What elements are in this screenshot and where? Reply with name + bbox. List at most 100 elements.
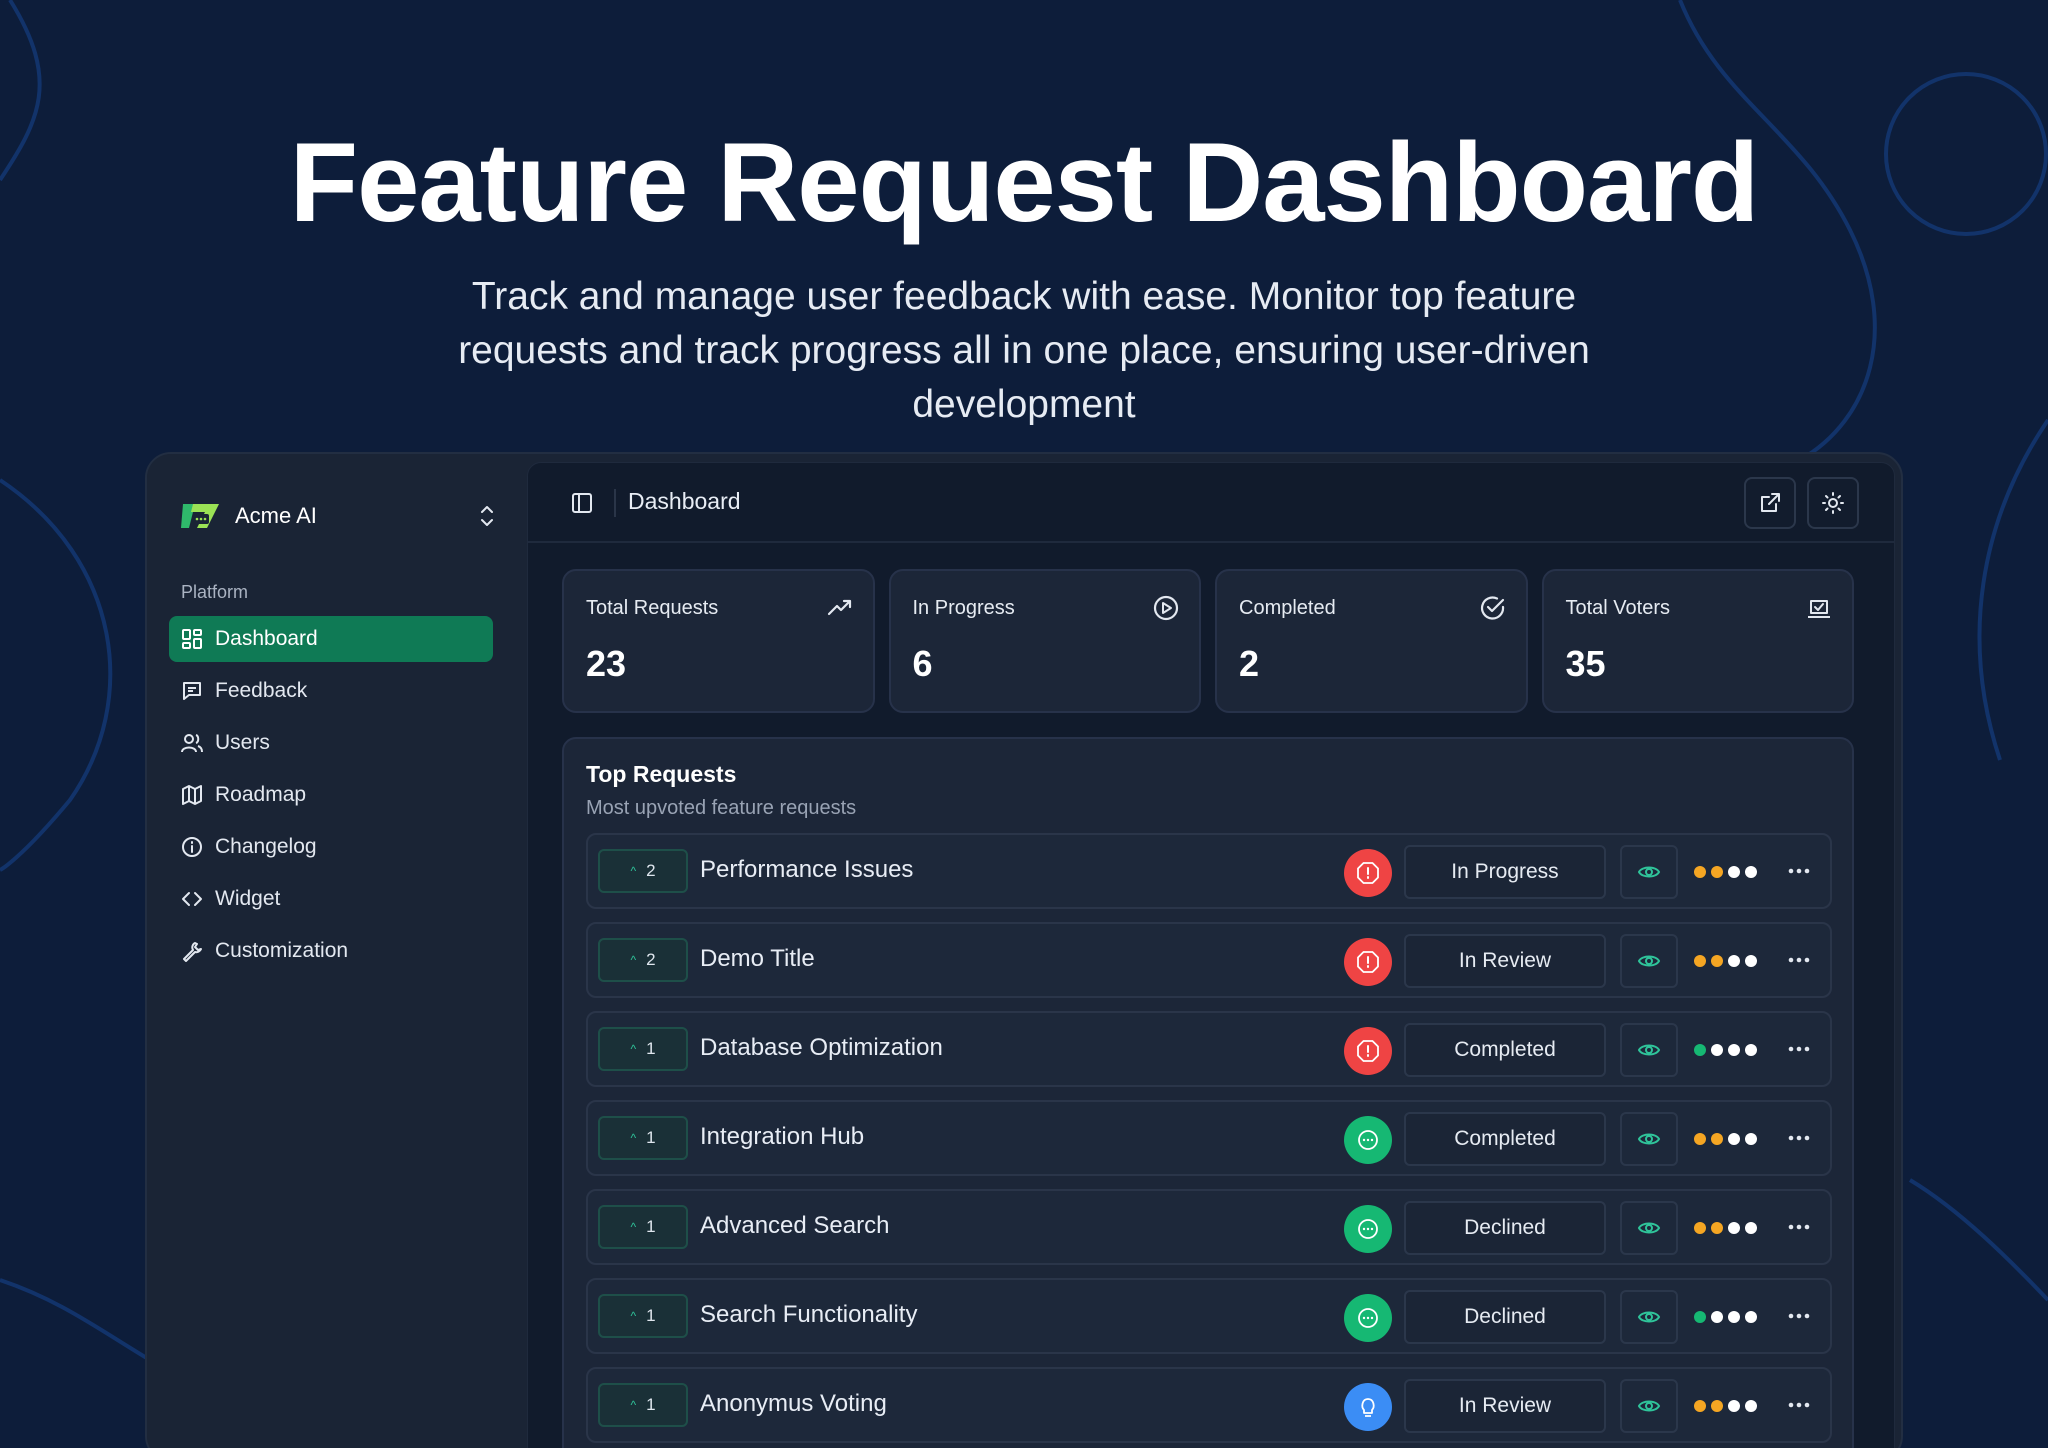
- status-select[interactable]: Completed: [1404, 1023, 1606, 1077]
- view-button[interactable]: [1620, 1379, 1678, 1433]
- upvote-button[interactable]: ^ 2: [598, 938, 688, 982]
- sun-icon: [1822, 492, 1844, 514]
- message-circle-icon: [1358, 1308, 1378, 1328]
- priority-dot: [1711, 1311, 1723, 1323]
- sidebar-item-roadmap[interactable]: Roadmap: [169, 772, 493, 818]
- workspace-switcher[interactable]: Acme AI: [179, 492, 499, 540]
- request-row[interactable]: ^ 1 Anonymus Voting In Review: [586, 1367, 1832, 1443]
- code-icon: [182, 892, 202, 906]
- sidebar-item-customization[interactable]: Customization: [169, 928, 493, 974]
- vote-icon: [1808, 600, 1830, 618]
- upvote-button[interactable]: ^ 1: [598, 1116, 688, 1160]
- chevron-up-icon: ^: [630, 1309, 637, 1323]
- view-button[interactable]: [1620, 1290, 1678, 1344]
- priority-dot: [1694, 1400, 1706, 1412]
- hero-subtitle: Track and manage user feedback with ease…: [458, 275, 1590, 426]
- sidebar-item-widget[interactable]: Widget: [169, 876, 493, 922]
- priority-indicator: [1694, 1400, 1757, 1412]
- eye-icon: [1637, 866, 1661, 878]
- status-select[interactable]: In Review: [1404, 934, 1606, 988]
- status-select[interactable]: Completed: [1404, 1112, 1606, 1166]
- upvote-button[interactable]: ^ 1: [598, 1027, 688, 1071]
- status-select[interactable]: In Review: [1404, 1379, 1606, 1433]
- priority-dot: [1728, 866, 1740, 878]
- status-select[interactable]: In Progress: [1404, 845, 1606, 899]
- vote-count: 2: [646, 861, 656, 880]
- view-button[interactable]: [1620, 845, 1678, 899]
- priority-dot: [1745, 1311, 1757, 1323]
- view-button[interactable]: [1620, 934, 1678, 988]
- upvote-button[interactable]: ^ 1: [598, 1205, 688, 1249]
- status-select[interactable]: Declined: [1404, 1290, 1606, 1344]
- sidebar-item-users[interactable]: Users: [169, 720, 493, 766]
- ellipsis-icon: [1788, 1313, 1810, 1319]
- stat-value: 23: [586, 643, 627, 684]
- brand-name: Acme AI: [235, 503, 317, 528]
- more-options-button[interactable]: [1784, 1037, 1814, 1061]
- request-title: Search Functionality: [700, 1301, 918, 1328]
- stat-label: Total Requests: [586, 597, 719, 619]
- chevron-up-icon: ^: [630, 953, 637, 967]
- users-icon: [181, 734, 203, 753]
- request-row[interactable]: ^ 1 Advanced Search Declined: [586, 1189, 1832, 1265]
- request-row[interactable]: ^ 2 Performance Issues In Progress: [586, 833, 1832, 909]
- status-select[interactable]: Declined: [1404, 1201, 1606, 1255]
- request-row[interactable]: ^ 1 Database Optimization Completed: [586, 1011, 1832, 1087]
- stat-label: Total Voters: [1565, 597, 1671, 619]
- sidebar-toggle-icon[interactable]: [570, 491, 594, 515]
- theme-toggle-button[interactable]: [1807, 477, 1859, 529]
- request-title: Performance Issues: [700, 856, 914, 883]
- view-button[interactable]: [1620, 1201, 1678, 1255]
- more-options-button[interactable]: [1784, 1126, 1814, 1150]
- sidebar-item-changelog[interactable]: Changelog: [169, 824, 493, 870]
- request-row[interactable]: ^ 2 Demo Title In Review: [586, 922, 1832, 998]
- more-options-button[interactable]: [1784, 1215, 1814, 1239]
- divider: [614, 489, 616, 517]
- sidebar-item-dashboard[interactable]: Dashboard: [169, 616, 493, 662]
- priority-dot: [1728, 1311, 1740, 1323]
- chevron-up-icon: ^: [630, 1220, 637, 1234]
- stat-card-total-voters: Total Voters 35: [1541, 569, 1854, 713]
- more-options-button[interactable]: [1784, 1393, 1814, 1417]
- upvote-button[interactable]: ^ 1: [598, 1383, 688, 1427]
- view-button[interactable]: [1620, 1023, 1678, 1077]
- request-title: Database Optimization: [700, 1034, 943, 1061]
- view-button[interactable]: [1620, 1112, 1678, 1166]
- vote-count: 2: [646, 950, 656, 969]
- priority-dot: [1711, 1133, 1723, 1145]
- priority-indicator: [1694, 1222, 1757, 1234]
- vote-count: 1: [646, 1039, 656, 1058]
- more-options-button[interactable]: [1784, 948, 1814, 972]
- top-bar: Dashboard: [528, 463, 1894, 543]
- upvote-button[interactable]: ^ 2: [598, 849, 688, 893]
- more-options-button[interactable]: [1784, 1304, 1814, 1328]
- request-row[interactable]: ^ 1 Integration Hub Completed: [586, 1100, 1832, 1176]
- eye-icon: [1637, 1044, 1661, 1056]
- priority-dot: [1728, 1044, 1740, 1056]
- map-icon: [182, 785, 202, 805]
- panel-subtitle: Most upvoted feature requests: [586, 797, 857, 819]
- stat-card-total-requests: Total Requests 23: [562, 569, 875, 713]
- priority-indicator: [1694, 1044, 1757, 1056]
- request-row[interactable]: ^ 1 Search Functionality Declined: [586, 1278, 1832, 1354]
- ellipsis-icon: [1788, 868, 1810, 874]
- priority-dot: [1745, 1044, 1757, 1056]
- priority-dot: [1728, 955, 1740, 967]
- stat-value: 35: [1565, 643, 1606, 684]
- priority-dot: [1711, 1044, 1723, 1056]
- priority-dot: [1745, 1133, 1757, 1145]
- more-options-button[interactable]: [1784, 859, 1814, 883]
- priority-dot: [1694, 1311, 1706, 1323]
- upvote-button[interactable]: ^ 1: [598, 1294, 688, 1338]
- stat-card-completed: Completed 2: [1215, 569, 1528, 713]
- sidebar-item-feedback[interactable]: Feedback: [169, 668, 493, 714]
- category-badge: [1344, 1205, 1392, 1253]
- sidebar-nav: Dashboard Feedback Users Roadmap Changel…: [169, 616, 493, 980]
- priority-dot: [1745, 1400, 1757, 1412]
- lightbulb-icon: [1361, 1398, 1375, 1417]
- vote-count: 1: [646, 1306, 656, 1325]
- open-external-button[interactable]: [1744, 477, 1796, 529]
- stats-row: Total Requests 23 In Progress 6 Complete…: [562, 569, 1854, 713]
- chevron-up-icon: ^: [630, 1042, 637, 1056]
- request-title: Anonymus Voting: [700, 1390, 887, 1417]
